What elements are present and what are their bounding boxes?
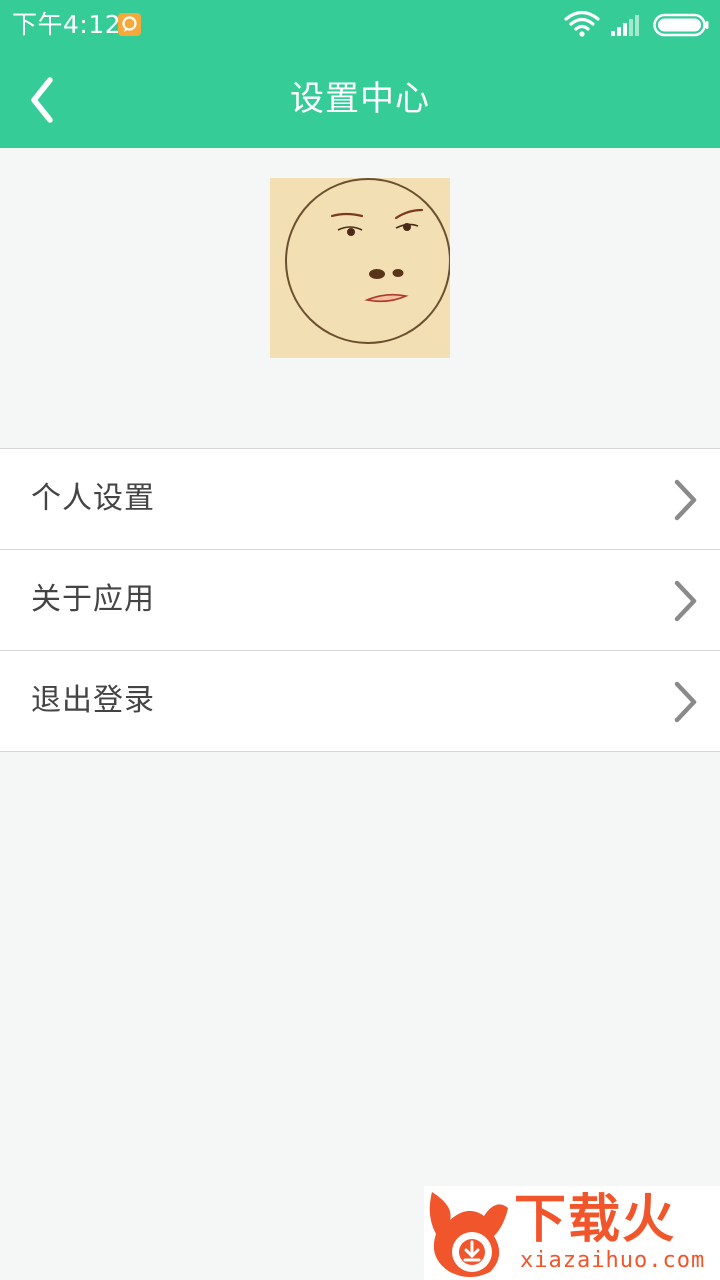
avatar-face-image [270, 178, 450, 358]
menu-item-label: 关于应用 [31, 582, 155, 617]
avatar[interactable] [270, 178, 450, 358]
message-notification-icon [118, 13, 141, 36]
flame-logo-icon [429, 1192, 508, 1277]
signal-icon [610, 13, 642, 37]
battery-icon [653, 12, 709, 38]
wifi-icon [564, 10, 600, 38]
settings-menu: 个人设置 关于应用 退出登录 [0, 448, 720, 752]
menu-item-label: 退出登录 [31, 683, 155, 718]
menu-item-about-app[interactable]: 关于应用 [0, 550, 720, 651]
page-title: 设置中心 [290, 79, 430, 119]
status-bar: 下午4:12 [0, 0, 720, 50]
watermark-logo: 下载火 xiazaihuo.com [424, 1186, 720, 1280]
chevron-right-icon [674, 580, 697, 622]
back-button[interactable] [22, 72, 82, 128]
menu-item-label: 个人设置 [31, 481, 155, 516]
settings-screen: 下午4:12 设置中心 个人设置 关于应用 退出登录 下载火 xiazaihuo… [0, 0, 720, 1280]
watermark-brand: 下载火 [514, 1190, 677, 1250]
chevron-left-icon [31, 77, 53, 123]
chevron-right-icon [674, 479, 697, 521]
app-header: 设置中心 [0, 50, 720, 148]
menu-item-personal-settings[interactable]: 个人设置 [0, 449, 720, 550]
chevron-right-icon [674, 681, 697, 723]
menu-item-logout[interactable]: 退出登录 [0, 651, 720, 752]
watermark-url: xiazaihuo.com [520, 1248, 706, 1273]
status-time: 下午4:12 [12, 10, 122, 39]
